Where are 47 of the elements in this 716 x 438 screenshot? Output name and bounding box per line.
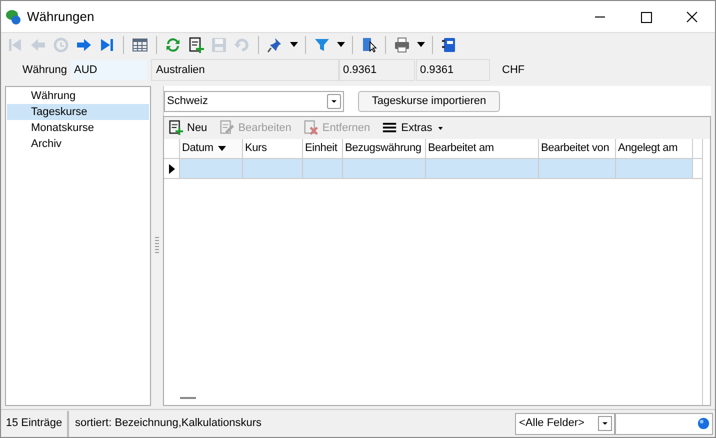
column-header[interactable]: Datum (180, 139, 243, 158)
column-header[interactable]: Angelegt am (616, 139, 693, 158)
new-document-icon (168, 120, 184, 136)
sidebar-item[interactable]: Archiv (7, 136, 149, 152)
toolbar-button[interactable]: Neu (168, 120, 208, 136)
search-field[interactable] (615, 412, 713, 434)
sidebar-item[interactable]: Währung (7, 88, 149, 104)
pointer-icon[interactable] (360, 36, 378, 54)
base-currency-label: CHF (502, 62, 525, 78)
scrollbar[interactable] (180, 397, 196, 399)
currency-name-field: Australien (151, 59, 339, 81)
app-icon (5, 8, 21, 24)
field-label: Währung (21, 62, 68, 78)
column-header[interactable]: Einheit (303, 139, 343, 158)
printer-icon[interactable] (393, 36, 411, 54)
dropdown-arrow-icon (438, 126, 444, 130)
column-header[interactable]: Bearbeitet von (539, 139, 616, 158)
country-dropdown[interactable]: Schweiz (164, 90, 344, 112)
sidebar-item[interactable]: Monatskurse (7, 120, 149, 136)
sort-info: sortiert: Bezeichnung,Kalkulationskurs (75, 416, 262, 432)
column-header[interactable]: Kurs (243, 139, 303, 158)
rate-field: 0.9361 (416, 59, 490, 81)
notebook-icon[interactable] (440, 36, 458, 54)
rate-field: 0.9361 (339, 59, 415, 81)
column-header[interactable]: Bearbeitet am (426, 139, 539, 158)
import-button[interactable]: Tageskurse importieren (358, 90, 500, 112)
refresh-icon[interactable] (164, 36, 182, 54)
edit-document-icon (219, 120, 236, 136)
delete-document-icon (303, 120, 320, 136)
globe-icon (697, 417, 710, 430)
dropdown-arrow-icon[interactable] (417, 42, 425, 47)
currency-code-field[interactable]: AUD (71, 60, 147, 80)
dropdown-arrow-icon[interactable] (337, 42, 345, 47)
sort-arrow-icon (218, 146, 226, 151)
table-icon[interactable] (131, 36, 149, 54)
pushpin-icon[interactable] (266, 36, 284, 54)
dropdown-arrow-icon[interactable] (290, 42, 298, 47)
window-title: Währungen (27, 8, 94, 26)
splitter-grip-icon[interactable] (155, 237, 159, 255)
sidebar-item[interactable]: Tageskurse (7, 104, 149, 120)
caret-icon (327, 94, 341, 108)
new-document-icon[interactable] (187, 36, 205, 54)
caret-icon (598, 416, 612, 431)
field-filter-dropdown[interactable]: <Alle Felder> (515, 412, 615, 434)
toolbar-button[interactable]: Extras (382, 120, 444, 136)
column-header[interactable]: Bezugswährung (343, 139, 426, 158)
record-count: 15 Einträge (1, 410, 69, 436)
